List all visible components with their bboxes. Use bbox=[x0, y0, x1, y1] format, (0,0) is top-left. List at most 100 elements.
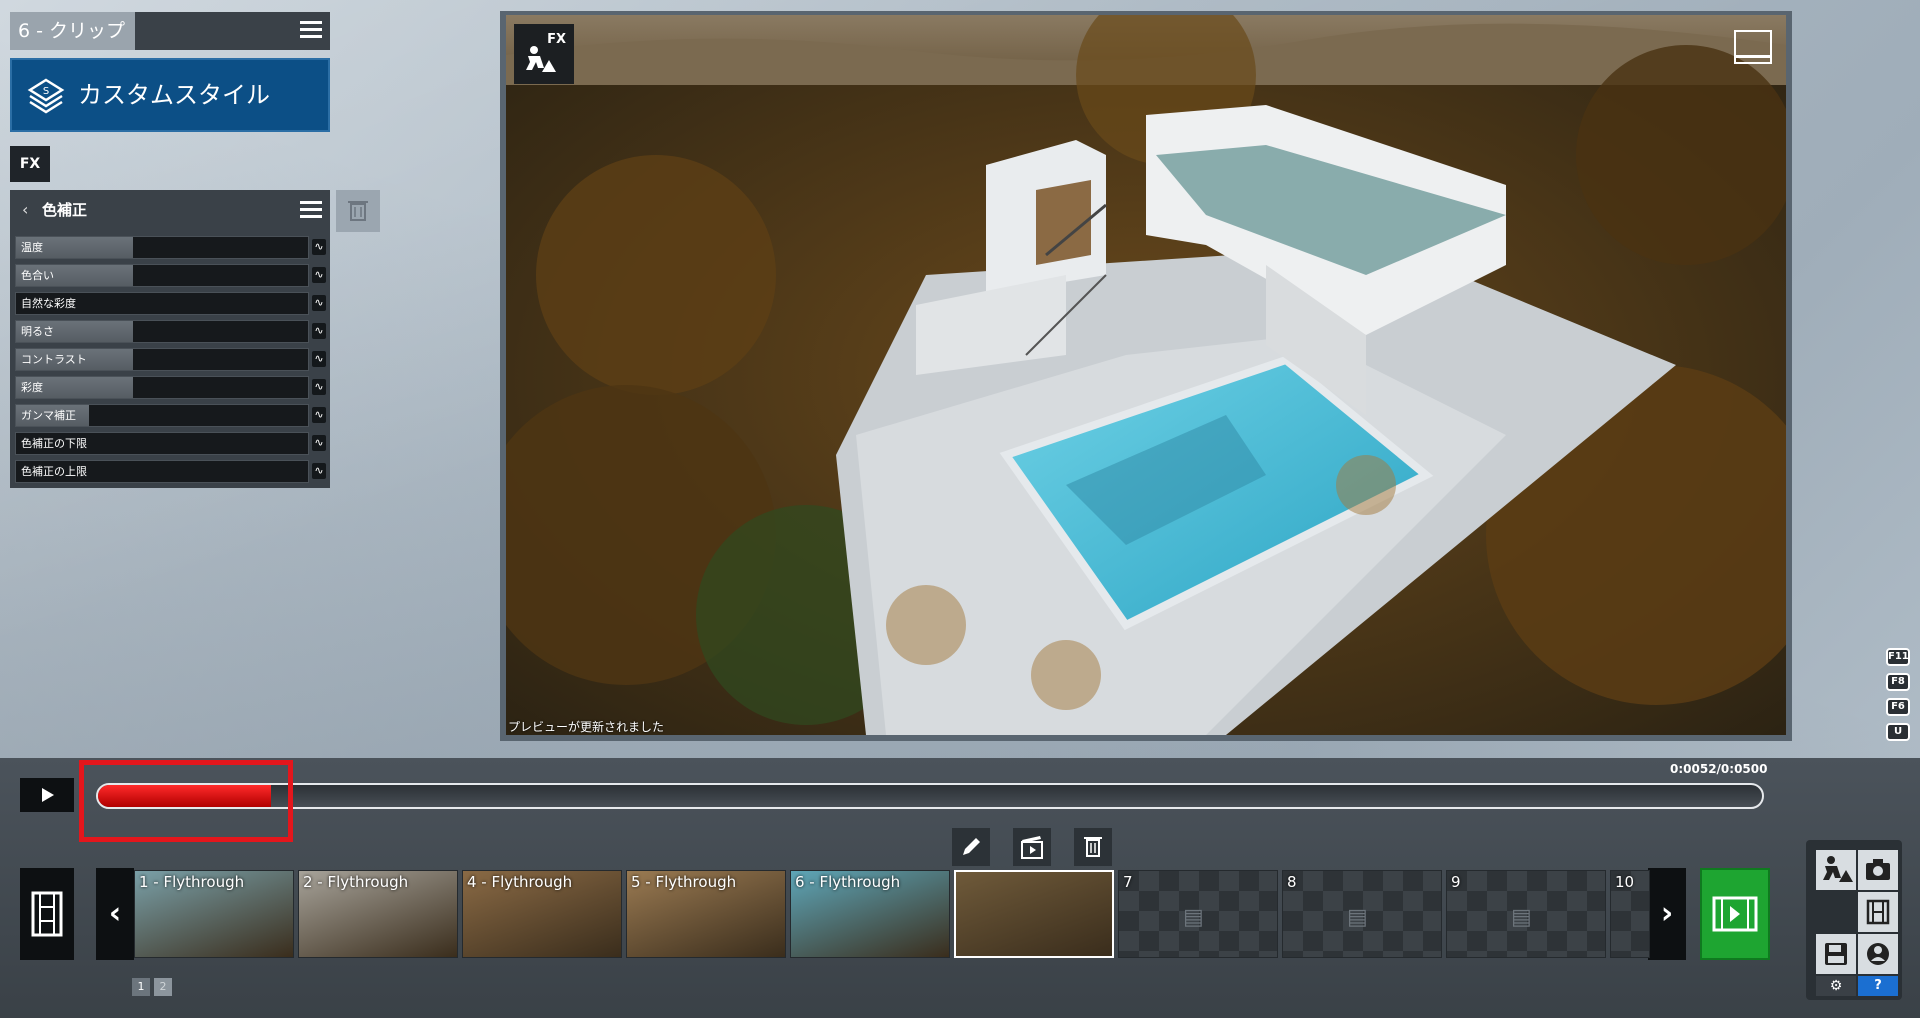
curve-icon[interactable]: ∿ bbox=[312, 323, 326, 339]
previous-clips-button[interactable]: ‹ bbox=[96, 868, 134, 960]
slider-label: コントラスト bbox=[21, 353, 87, 366]
menu-icon[interactable] bbox=[300, 201, 322, 219]
clip-label: 10 bbox=[1615, 873, 1635, 891]
play-button[interactable] bbox=[20, 778, 74, 812]
curve-icon[interactable]: ∿ bbox=[312, 267, 326, 283]
scene-render-image bbox=[506, 15, 1786, 735]
help-button[interactable]: ? bbox=[1858, 976, 1898, 996]
curve-icon[interactable]: ∿ bbox=[312, 351, 326, 367]
build-mode-button[interactable] bbox=[1816, 850, 1856, 890]
clip-thumbnail[interactable]: ▤ 9 bbox=[1446, 870, 1606, 958]
mode-panel: ⚙ ? bbox=[1806, 840, 1902, 1000]
settings-button[interactable]: ⚙ bbox=[1816, 976, 1856, 996]
film-placeholder-icon: ▤ bbox=[1183, 905, 1204, 930]
floppy-disk-icon bbox=[1825, 943, 1847, 965]
curve-icon[interactable]: ∿ bbox=[312, 239, 326, 255]
film-strip-icon bbox=[31, 891, 63, 937]
next-clips-button[interactable]: › bbox=[1648, 868, 1686, 960]
fx-badge[interactable]: FX bbox=[10, 146, 50, 182]
slider-6[interactable]: ガンマ補正 bbox=[15, 404, 309, 427]
clip-label: 1 - Flythrough bbox=[139, 873, 245, 891]
highlight-box bbox=[79, 760, 293, 842]
clip-thumbnail[interactable] bbox=[954, 870, 1114, 958]
timeline-progress[interactable] bbox=[96, 783, 1764, 809]
add-clip-button[interactable] bbox=[1700, 868, 1770, 960]
slider-0[interactable]: 温度 bbox=[15, 236, 309, 259]
key-f11[interactable]: F11 bbox=[1886, 648, 1910, 666]
slider-label: 色補正の下限 bbox=[21, 437, 87, 450]
page-button-1[interactable]: 1 bbox=[132, 978, 150, 996]
preview-status: プレビューが更新されました bbox=[508, 720, 665, 734]
fullscreen-button[interactable] bbox=[1734, 30, 1772, 64]
clip-label: 2 - Flythrough bbox=[303, 873, 409, 891]
clip-label: 7 bbox=[1123, 873, 1133, 891]
question-icon: ? bbox=[1874, 978, 1882, 993]
render-viewport[interactable] bbox=[506, 15, 1786, 735]
style-label: カスタムスタイル bbox=[78, 81, 270, 109]
clip-thumbnail[interactable]: ▤ 7 bbox=[1118, 870, 1278, 958]
live-sync-icon bbox=[1867, 943, 1889, 965]
clip-label: 9 bbox=[1451, 873, 1461, 891]
clip-label: 6 - Flythrough bbox=[795, 873, 901, 891]
slider-1[interactable]: 色合い bbox=[15, 264, 309, 287]
curve-icon[interactable]: ∿ bbox=[312, 435, 326, 451]
slider-label: ガンマ補正 bbox=[21, 409, 76, 422]
back-icon[interactable]: ‹ bbox=[22, 190, 28, 230]
film-strip-icon bbox=[1866, 899, 1890, 925]
slider-2[interactable]: 自然な彩度 bbox=[15, 292, 309, 315]
slider-7[interactable]: 色補正の下限 bbox=[15, 432, 309, 455]
trash-icon bbox=[348, 201, 368, 221]
clapperboard-icon bbox=[1021, 836, 1043, 859]
curve-icon[interactable]: ∿ bbox=[312, 295, 326, 311]
film-placeholder-icon: ▤ bbox=[1347, 905, 1368, 930]
clip-header: 6 - クリップ bbox=[10, 12, 330, 50]
key-f6[interactable]: F6 bbox=[1886, 698, 1910, 716]
slider-4[interactable]: コントラスト bbox=[15, 348, 309, 371]
color-correction-header: ‹ 色補正 bbox=[10, 190, 330, 230]
live-sync-button[interactable] bbox=[1858, 934, 1898, 974]
clip-thumbnail[interactable]: 4 - Flythrough bbox=[462, 870, 622, 958]
clip-thumbnail[interactable]: 5 - Flythrough bbox=[626, 870, 786, 958]
slider-label: 色合い bbox=[21, 269, 54, 282]
fx-mode-button[interactable]: FX bbox=[514, 24, 574, 84]
fx-corner-label: FX bbox=[547, 32, 566, 47]
slider-8[interactable]: 色補正の上限 bbox=[15, 460, 309, 483]
slider-label: 自然な彩度 bbox=[21, 297, 76, 310]
key-u[interactable]: U bbox=[1886, 723, 1910, 741]
slider-label: 温度 bbox=[21, 241, 43, 254]
clip-label: 5 - Flythrough bbox=[631, 873, 737, 891]
photo-mode-button[interactable] bbox=[1858, 850, 1898, 890]
curve-icon[interactable]: ∿ bbox=[312, 407, 326, 423]
delete-clip-button[interactable] bbox=[1074, 828, 1112, 866]
pencil-icon bbox=[963, 838, 980, 855]
preview-clip-button[interactable] bbox=[1013, 828, 1051, 866]
key-f8[interactable]: F8 bbox=[1886, 673, 1910, 691]
trash-icon bbox=[1084, 837, 1102, 857]
clip-label: 8 bbox=[1287, 873, 1297, 891]
clips-panel-button[interactable] bbox=[20, 868, 74, 960]
menu-icon[interactable] bbox=[300, 21, 322, 39]
clip-title: 6 - クリップ bbox=[10, 12, 135, 50]
film-placeholder-icon: ▤ bbox=[1511, 905, 1532, 930]
edit-clip-button[interactable] bbox=[952, 828, 990, 866]
color-correction-title: 色補正 bbox=[42, 201, 88, 219]
curve-icon[interactable]: ∿ bbox=[312, 463, 326, 479]
style-button[interactable]: S カスタムスタイル bbox=[10, 58, 330, 132]
slider-5[interactable]: 彩度 bbox=[15, 376, 309, 399]
clip-thumbnail[interactable]: 2 - Flythrough bbox=[298, 870, 458, 958]
clip-thumbnail[interactable]: ▤ 8 bbox=[1282, 870, 1442, 958]
page-button-2[interactable]: 2 bbox=[154, 978, 172, 996]
save-mode-button[interactable] bbox=[1816, 934, 1856, 974]
camera-icon bbox=[1866, 859, 1890, 880]
construction-worker-icon bbox=[1823, 856, 1853, 882]
curve-icon[interactable]: ∿ bbox=[312, 379, 326, 395]
slider-label: 明るさ bbox=[21, 325, 54, 338]
slider-3[interactable]: 明るさ bbox=[15, 320, 309, 343]
video-mode-button[interactable] bbox=[1858, 892, 1898, 932]
construction-worker-icon bbox=[526, 46, 556, 72]
delete-effect-button[interactable] bbox=[336, 190, 380, 232]
clip-thumbnail[interactable]: 6 - Flythrough bbox=[790, 870, 950, 958]
clip-thumbnail[interactable]: 10 bbox=[1610, 870, 1650, 958]
style-layers-icon: S bbox=[27, 78, 65, 114]
clip-thumbnail[interactable]: 1 - Flythrough bbox=[134, 870, 294, 958]
